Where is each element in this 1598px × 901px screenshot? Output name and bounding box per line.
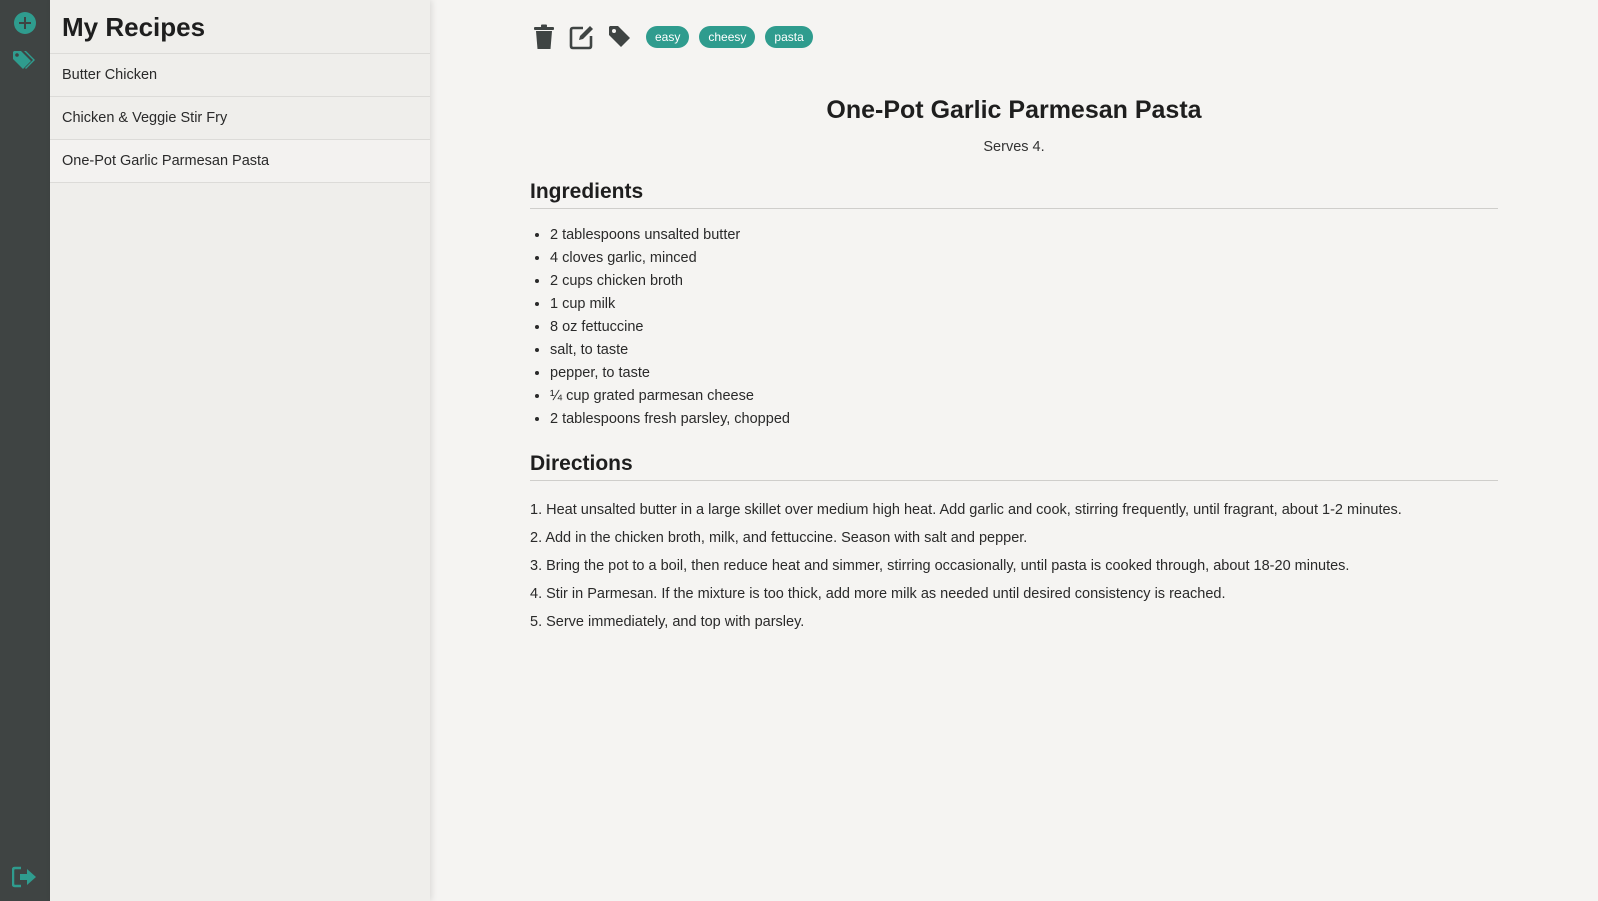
recipe-list-item-label: One-Pot Garlic Parmesan Pasta — [62, 153, 270, 169]
tags-button[interactable] — [12, 48, 38, 74]
tag-icon — [609, 26, 630, 47]
ingredient-item: 2 cups chicken broth — [550, 270, 790, 293]
direction-step: 2. Add in the chicken broth, milk, and f… — [530, 530, 1028, 546]
tags-icon — [13, 51, 35, 69]
ingredient-item: 8 oz fettuccine — [550, 316, 790, 339]
sign-out-button[interactable] — [12, 864, 38, 890]
recipe-toolbar: easy cheesy pasta — [530, 22, 823, 52]
tag-pill[interactable]: pasta — [765, 26, 813, 48]
ingredients-list: 2 tablespoons unsalted butter 4 cloves g… — [530, 224, 790, 431]
recipe-list-item[interactable]: Chicken & Veggie Stir Fry — [50, 97, 430, 140]
tag-pill[interactable]: easy — [646, 26, 690, 48]
edit-button[interactable] — [568, 23, 596, 51]
sidebar-title: My Recipes — [50, 0, 430, 54]
ingredient-item: 2 tablespoons unsalted butter — [550, 224, 790, 247]
ingredient-item: pepper, to taste — [550, 362, 790, 385]
recipe-detail: easy cheesy pasta One-Pot Garlic Parmesa… — [530, 0, 1498, 901]
recipe-title: One-Pot Garlic Parmesan Pasta — [826, 96, 1202, 124]
delete-button[interactable] — [530, 23, 558, 51]
recipe-list-item-label: Chicken & Veggie Stir Fry — [62, 110, 228, 126]
tag-button[interactable] — [606, 23, 634, 51]
trash-icon — [534, 24, 554, 49]
tag-list: easy cheesy pasta — [646, 26, 823, 48]
ingredient-item: ¼ cup grated parmesan cheese — [550, 385, 790, 408]
add-recipe-button[interactable] — [12, 10, 38, 36]
sign-out-icon — [12, 866, 36, 888]
directions-heading: Directions — [530, 452, 1498, 481]
recipe-list-item[interactable]: Butter Chicken — [50, 54, 430, 97]
direction-step: 1. Heat unsalted butter in a large skill… — [530, 502, 1402, 518]
edit-icon — [569, 26, 593, 50]
ingredients-heading: Ingredients — [530, 180, 1498, 209]
plus-circle-icon — [14, 12, 36, 34]
ingredient-item: 4 cloves garlic, minced — [550, 247, 790, 270]
recipe-list-item-label: Butter Chicken — [62, 67, 158, 83]
recipe-serves: Serves 4. — [983, 139, 1045, 155]
tag-pill[interactable]: cheesy — [699, 26, 756, 48]
ingredient-item: 1 cup milk — [550, 293, 790, 316]
ingredient-item: salt, to taste — [550, 339, 790, 362]
directions-list: 1. Heat unsalted butter in a large skill… — [530, 496, 1498, 636]
direction-step: 3. Bring the pot to a boil, then reduce … — [530, 558, 1350, 574]
icon-rail — [0, 0, 50, 901]
direction-step: 4. Stir in Parmesan. If the mixture is t… — [530, 586, 1226, 602]
recipe-list-item-active[interactable]: One-Pot Garlic Parmesan Pasta — [50, 140, 430, 183]
recipe-list-panel: My Recipes Butter Chicken Chicken & Vegg… — [50, 0, 430, 901]
direction-step: 5. Serve immediately, and top with parsl… — [530, 614, 805, 630]
ingredient-item: 2 tablespoons fresh parsley, chopped — [550, 408, 790, 431]
